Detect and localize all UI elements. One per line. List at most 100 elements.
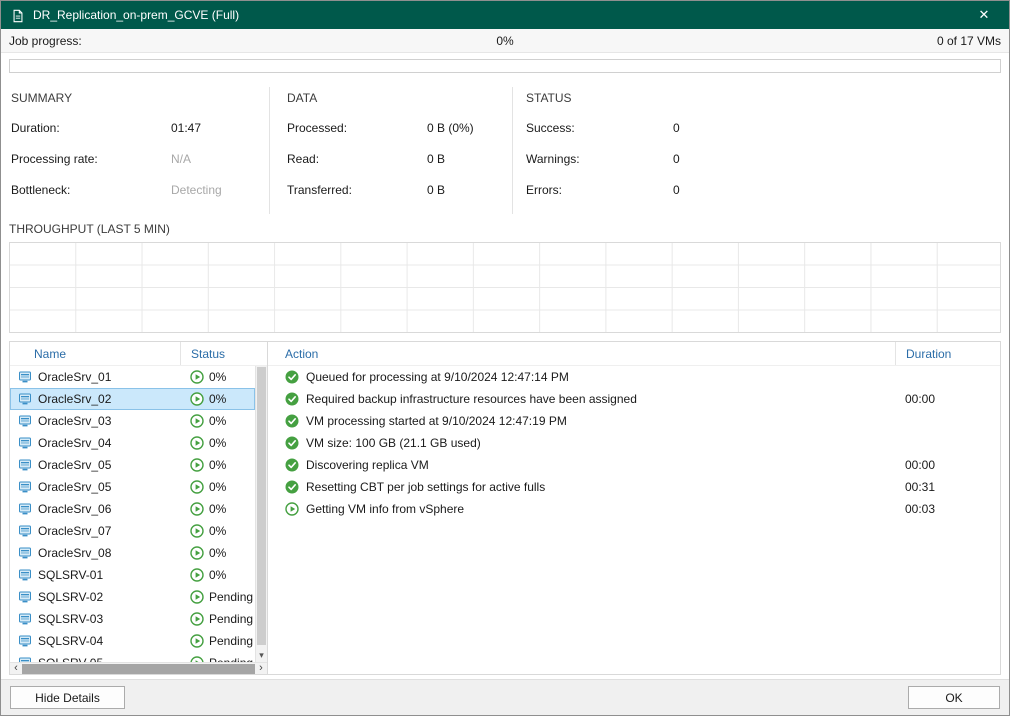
vm-name-cell: SQLSRV-01	[10, 568, 180, 582]
vertical-scrollbar-thumb[interactable]	[257, 367, 266, 645]
action-row[interactable]: Getting VM info from vSphere 00:03	[268, 498, 1000, 520]
scroll-left-icon[interactable]: ‹	[10, 663, 22, 674]
vm-icon	[18, 414, 32, 428]
vm-list-pane: Name Status OracleSrv_01	[10, 342, 268, 674]
stat-row: Warnings: 0	[526, 152, 1009, 166]
vm-name-cell: OracleSrv_05	[10, 480, 180, 494]
action-text: Discovering replica VM	[306, 458, 895, 472]
vm-status-text: 0%	[209, 370, 226, 384]
scroll-down-icon[interactable]: ▾	[256, 648, 267, 662]
titlebar[interactable]: DR_Replication_on-prem_GCVE (Full) ✕	[1, 1, 1009, 29]
vm-name-cell: OracleSrv_06	[10, 502, 180, 516]
vm-row[interactable]: OracleSrv_06 0%	[10, 498, 255, 520]
stat-row: Duration: 01:47	[11, 121, 269, 135]
vm-row[interactable]: SQLSRV-04 Pending	[10, 630, 255, 652]
stat-label: Success:	[526, 121, 673, 135]
window-title: DR_Replication_on-prem_GCVE (Full)	[33, 8, 961, 22]
name-column-header[interactable]: Name	[10, 347, 180, 361]
vm-list-header: Name Status	[10, 342, 267, 366]
vm-row[interactable]: SQLSRV-01 0%	[10, 564, 255, 586]
status-play-icon	[190, 590, 204, 604]
vm-row[interactable]: SQLSRV-02 Pending	[10, 586, 255, 608]
vm-rows: OracleSrv_01 0%	[10, 366, 267, 662]
vm-status-text: 0%	[209, 436, 226, 450]
vm-icon	[18, 524, 32, 538]
stat-label: Processed:	[287, 121, 427, 135]
stat-value: 0 B	[427, 183, 445, 197]
action-row[interactable]: Discovering replica VM 00:00	[268, 454, 1000, 476]
vm-icon	[18, 634, 32, 648]
action-row[interactable]: VM size: 100 GB (21.1 GB used)	[268, 432, 1000, 454]
footer: Hide Details OK	[1, 679, 1009, 715]
stat-label: Warnings:	[526, 152, 673, 166]
action-duration: 00:31	[895, 480, 1000, 494]
statistics-section: SUMMARY Duration: 01:47 Processing rate:…	[1, 81, 1009, 214]
action-row[interactable]: Queued for processing at 9/10/2024 12:47…	[268, 366, 1000, 388]
action-column-header[interactable]: Action	[268, 347, 895, 361]
vm-row[interactable]: OracleSrv_08 0%	[10, 542, 255, 564]
close-icon[interactable]: ✕	[969, 1, 999, 29]
details-section: Name Status OracleSrv_01	[9, 341, 1001, 675]
vm-status-text: Pending	[209, 612, 253, 626]
vm-row[interactable]: OracleSrv_05 0%	[10, 476, 255, 498]
status-play-icon	[190, 370, 204, 384]
vm-status-cell: 0%	[180, 524, 226, 538]
vm-name: OracleSrv_04	[38, 436, 111, 450]
status-column-header[interactable]: Status	[180, 342, 255, 365]
hide-details-button[interactable]: Hide Details	[10, 686, 125, 709]
vm-status-cell: 0%	[180, 546, 226, 560]
vm-row[interactable]: OracleSrv_03 0%	[10, 410, 255, 432]
ok-button[interactable]: OK	[908, 686, 1000, 709]
step-success-icon	[285, 458, 299, 472]
vm-icon	[18, 392, 32, 406]
vm-status-cell: Pending	[180, 612, 253, 626]
vm-name: SQLSRV-04	[38, 634, 103, 648]
status-play-icon	[190, 568, 204, 582]
vm-status-cell: 0%	[180, 568, 226, 582]
throughput-title: THROUGHPUT (LAST 5 MIN)	[1, 214, 1009, 242]
vm-name-cell: OracleSrv_05	[10, 458, 180, 472]
horizontal-scrollbar[interactable]: ‹ ›	[10, 662, 267, 674]
horizontal-scrollbar-thumb[interactable]	[22, 664, 255, 674]
vm-name-cell: SQLSRV-03	[10, 612, 180, 626]
vm-name-cell: OracleSrv_04	[10, 436, 180, 450]
vm-status-cell: 0%	[180, 370, 226, 384]
stat-value: 0	[673, 121, 680, 135]
vm-name: OracleSrv_05	[38, 458, 111, 472]
status-play-icon	[190, 436, 204, 450]
step-success-icon	[285, 480, 299, 494]
step-running-icon	[285, 502, 299, 516]
vm-row[interactable]: SQLSRV-03 Pending	[10, 608, 255, 630]
vm-row[interactable]: SQLSRV-05 Pending	[10, 652, 255, 662]
vm-row[interactable]: OracleSrv_04 0%	[10, 432, 255, 454]
status-play-icon	[190, 392, 204, 406]
step-success-icon	[285, 414, 299, 428]
vertical-scrollbar[interactable]: ▾	[255, 366, 267, 662]
vm-status-text: 0%	[209, 414, 226, 428]
action-text: Getting VM info from vSphere	[306, 502, 895, 516]
action-row[interactable]: Required backup infrastructure resources…	[268, 388, 1000, 410]
vm-name: OracleSrv_06	[38, 502, 111, 516]
vm-row[interactable]: OracleSrv_05 0%	[10, 454, 255, 476]
summary-title: SUMMARY	[11, 91, 269, 105]
job-progress-label: Job progress:	[9, 34, 82, 48]
vm-name-cell: OracleSrv_07	[10, 524, 180, 538]
vm-row[interactable]: OracleSrv_02 0%	[10, 388, 255, 410]
stat-value: 01:47	[171, 121, 201, 135]
job-progress-header: Job progress: 0% 0 of 17 VMs	[1, 29, 1009, 53]
vm-icon	[18, 568, 32, 582]
stat-row: Read: 0 B	[287, 152, 512, 166]
vm-name-cell: SQLSRV-02	[10, 590, 180, 604]
vm-name: OracleSrv_03	[38, 414, 111, 428]
stat-value: Detecting	[171, 183, 222, 197]
vm-row[interactable]: OracleSrv_01 0%	[10, 366, 255, 388]
action-text: Resetting CBT per job settings for activ…	[306, 480, 895, 494]
action-row[interactable]: Resetting CBT per job settings for activ…	[268, 476, 1000, 498]
vm-row[interactable]: OracleSrv_07 0%	[10, 520, 255, 542]
scroll-right-icon[interactable]: ›	[255, 663, 267, 674]
vm-status-text: 0%	[209, 546, 226, 560]
action-row[interactable]: VM processing started at 9/10/2024 12:47…	[268, 410, 1000, 432]
duration-column-header[interactable]: Duration	[895, 342, 1000, 365]
stat-value: 0 B	[427, 152, 445, 166]
stat-label: Read:	[287, 152, 427, 166]
